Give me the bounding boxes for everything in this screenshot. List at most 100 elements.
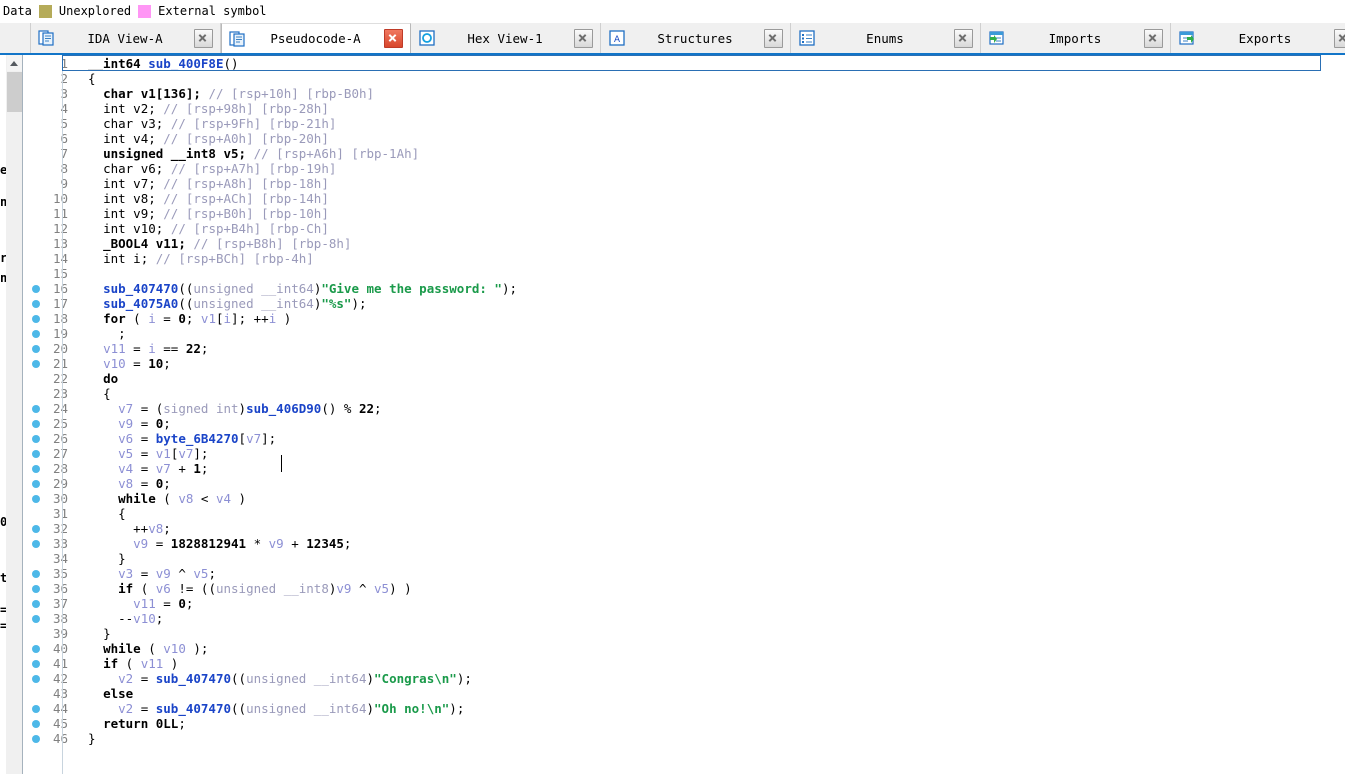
code-line[interactable]: 45 return 0LL; [24, 716, 1345, 731]
breakpoint-dot-icon[interactable] [32, 330, 40, 338]
breakpoint-dot-icon[interactable] [32, 645, 40, 653]
tab-imports[interactable]: Imports [981, 23, 1171, 53]
breakpoint-dot-icon[interactable] [32, 540, 40, 548]
code-line[interactable]: 43 else [24, 686, 1345, 701]
tab-close-button[interactable] [1334, 28, 1345, 48]
code-line[interactable]: 39 } [24, 626, 1345, 641]
code-line[interactable]: 12 int v10; // [rsp+B4h] [rbp-Ch] [24, 221, 1345, 236]
code-line[interactable]: 38 --v10; [24, 611, 1345, 626]
code-line[interactable]: 13 _BOOL4 v11; // [rsp+B8h] [rbp-8h] [24, 236, 1345, 251]
breakpoint-dot-icon[interactable] [32, 585, 40, 593]
code-line[interactable]: 44 v2 = sub_407470((unsigned __int64)"Oh… [24, 701, 1345, 716]
tab-enums[interactable]: Enums [791, 23, 981, 53]
code-line[interactable]: 28 v4 = v7 + 1; [24, 461, 1345, 476]
code-line[interactable]: 5 char v3; // [rsp+9Fh] [rbp-21h] [24, 116, 1345, 131]
code-line[interactable]: 29 v8 = 0; [24, 476, 1345, 491]
breakpoint-dot-icon[interactable] [32, 285, 40, 293]
code-vertical-scrollbar[interactable] [6, 55, 23, 774]
code-line[interactable]: 14 int i; // [rsp+BCh] [rbp-4h] [24, 251, 1345, 266]
code-line[interactable]: 37 v11 = 0; [24, 596, 1345, 611]
code-line[interactable]: 30 while ( v8 < v4 ) [24, 491, 1345, 506]
tab-exports[interactable]: Exports [1171, 23, 1345, 53]
tab-close-button[interactable] [194, 28, 213, 48]
tab-close-button[interactable] [574, 28, 593, 48]
code-line[interactable]: 7 unsigned __int8 v5; // [rsp+A6h] [rbp-… [24, 146, 1345, 161]
tab-close-button[interactable] [954, 28, 973, 48]
tab-close-button[interactable] [384, 29, 403, 48]
code-line-text: else [88, 686, 133, 701]
code-line[interactable]: 6 int v4; // [rsp+A0h] [rbp-20h] [24, 131, 1345, 146]
token-ind [88, 401, 118, 416]
tab-close-button[interactable] [1144, 28, 1163, 48]
code-line[interactable]: 31 { [24, 506, 1345, 521]
code-line[interactable]: 40 while ( v10 ); [24, 641, 1345, 656]
code-line[interactable]: 27 v5 = v1[v7]; [24, 446, 1345, 461]
code-line[interactable]: 15 [24, 266, 1345, 281]
code-line[interactable]: 9 int v7; // [rsp+A8h] [rbp-18h] [24, 176, 1345, 191]
breakpoint-dot-icon[interactable] [32, 600, 40, 608]
code-line[interactable]: 2{ [24, 71, 1345, 86]
token-plain: int v4; [103, 131, 156, 146]
line-number: 34 [52, 551, 68, 566]
scroll-up-button[interactable] [7, 55, 22, 71]
breakpoint-dot-icon[interactable] [32, 360, 40, 368]
tab-ida-view-a[interactable]: IDA View-A [31, 23, 221, 53]
breakpoint-dot-icon[interactable] [32, 720, 40, 728]
breakpoint-dot-icon[interactable] [32, 660, 40, 668]
breakpoint-dot-icon[interactable] [32, 735, 40, 743]
breakpoint-dot-icon[interactable] [32, 675, 40, 683]
code-line[interactable]: 26 v6 = byte_6B4270[v7]; [24, 431, 1345, 446]
code-line[interactable]: 22 do [24, 371, 1345, 386]
breakpoint-dot-icon[interactable] [32, 570, 40, 578]
token-ind [88, 416, 118, 431]
tab-hex-view-1[interactable]: Hex View-1 [411, 23, 601, 53]
code-line[interactable]: 17 sub_4075A0((unsigned __int64)"%s"); [24, 296, 1345, 311]
breakpoint-dot-icon[interactable] [32, 705, 40, 713]
code-line[interactable]: 42 v2 = sub_407470((unsigned __int64)"Co… [24, 671, 1345, 686]
code-line[interactable]: 24 v7 = (signed int)sub_406D90() % 22; [24, 401, 1345, 416]
breakpoint-dot-icon[interactable] [32, 435, 40, 443]
tab-close-button[interactable] [764, 28, 783, 48]
code-line[interactable]: 21 v10 = 10; [24, 356, 1345, 371]
tab-structures[interactable]: A Structures [601, 23, 791, 53]
token-ind [88, 356, 103, 371]
breakpoint-dot-icon[interactable] [32, 495, 40, 503]
breakpoint-dot-icon[interactable] [32, 480, 40, 488]
code-line[interactable]: 36 if ( v6 != ((unsigned __int8)v9 ^ v5)… [24, 581, 1345, 596]
code-line[interactable]: 3 char v1[136]; // [rsp+10h] [rbp-B0h] [24, 86, 1345, 101]
breakpoint-dot-icon[interactable] [32, 420, 40, 428]
breakpoint-dot-icon[interactable] [32, 450, 40, 458]
breakpoint-dot-icon[interactable] [32, 525, 40, 533]
code-line[interactable]: 20 v11 = i == 22; [24, 341, 1345, 356]
breakpoint-dot-icon[interactable] [32, 615, 40, 623]
code-line[interactable]: 18 for ( i = 0; v1[i]; ++i ) [24, 311, 1345, 326]
code-line[interactable]: 10 int v8; // [rsp+ACh] [rbp-14h] [24, 191, 1345, 206]
breakpoint-dot-icon[interactable] [32, 315, 40, 323]
line-number: 45 [52, 716, 68, 731]
pseudocode-editor[interactable]: 1 __int64 sub_400F8E() 2{3 char v1[136]; /… [24, 55, 1345, 774]
code-line[interactable]: 46} [24, 731, 1345, 746]
tab-pseudocode-a[interactable]: Pseudocode-A [221, 23, 411, 53]
breakpoint-dot-icon[interactable] [32, 345, 40, 353]
code-line[interactable]: 35 v3 = v9 ^ v5; [24, 566, 1345, 581]
code-line-text: int v4; // [rsp+A0h] [rbp-20h] [88, 131, 329, 146]
breakpoint-dot-icon[interactable] [32, 465, 40, 473]
token-str: "Congras\n" [374, 671, 457, 686]
code-line[interactable]: 1 __int64 sub_400F8E() [24, 56, 1345, 71]
code-line[interactable]: 23 { [24, 386, 1345, 401]
code-line[interactable]: 34 } [24, 551, 1345, 566]
code-line[interactable]: 25 v9 = 0; [24, 416, 1345, 431]
code-line[interactable]: 16 sub_407470((unsigned __int64)"Give me… [24, 281, 1345, 296]
breakpoint-dot-icon[interactable] [32, 405, 40, 413]
breakpoint-dot-icon[interactable] [32, 300, 40, 308]
code-line[interactable]: 8 char v6; // [rsp+A7h] [rbp-19h] [24, 161, 1345, 176]
code-line[interactable]: 4 int v2; // [rsp+98h] [rbp-28h] [24, 101, 1345, 116]
code-line[interactable]: 33 v9 = 1828812941 * v9 + 12345; [24, 536, 1345, 551]
scrollbar-thumb[interactable] [7, 72, 22, 112]
token-punct: } [103, 626, 111, 641]
code-line[interactable]: 11 int v9; // [rsp+B0h] [rbp-10h] [24, 206, 1345, 221]
code-line[interactable]: 32 ++v8; [24, 521, 1345, 536]
code-line[interactable]: 41 if ( v11 ) [24, 656, 1345, 671]
code-line[interactable]: 19 ; [24, 326, 1345, 341]
